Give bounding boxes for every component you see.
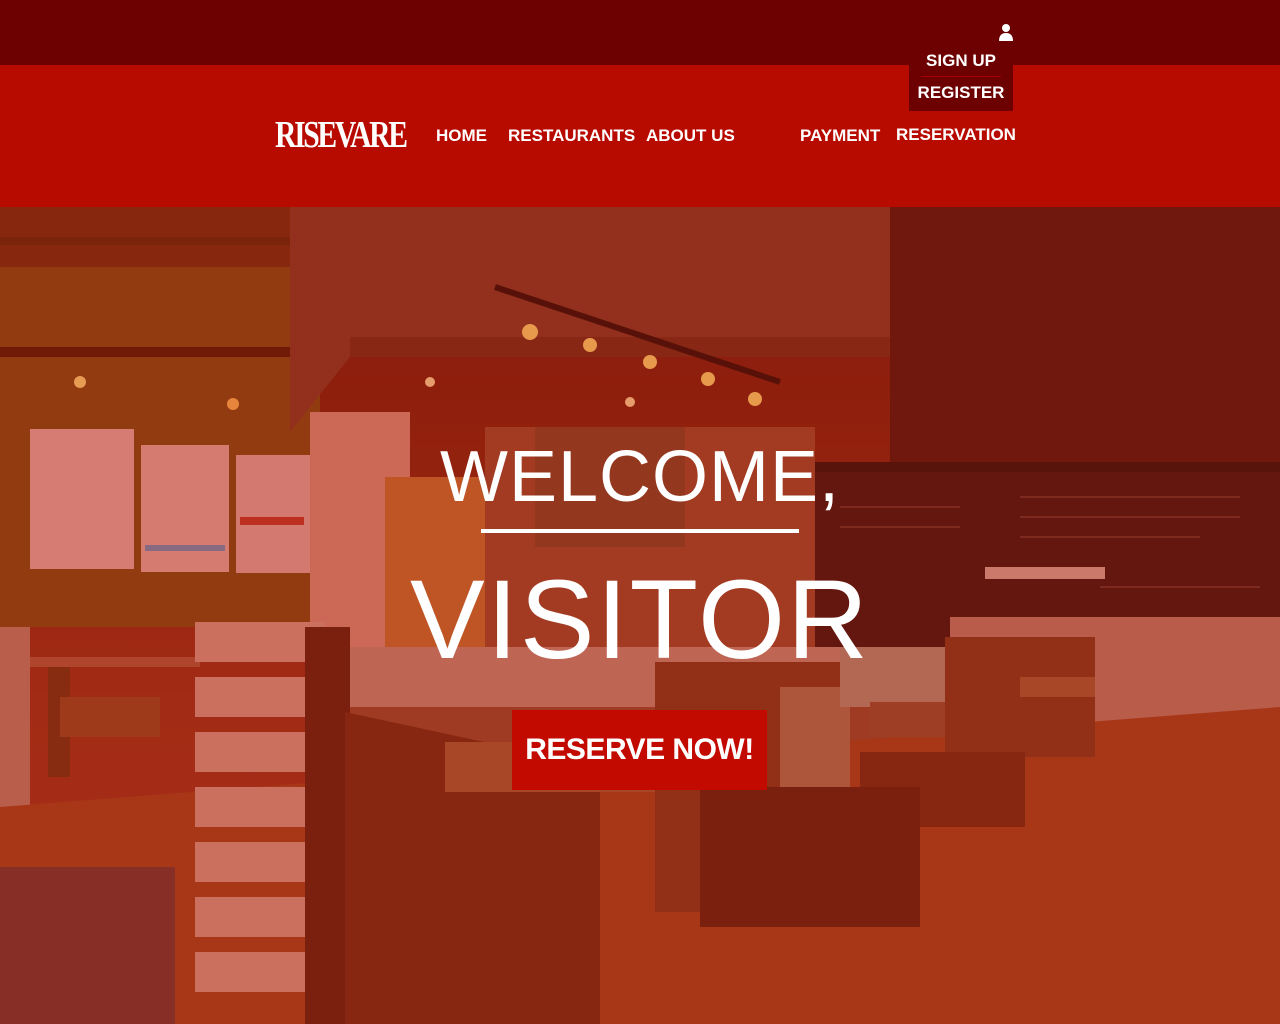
nav-about-us[interactable]: ABOUT US <box>646 124 735 148</box>
nav-restaurants[interactable]: RESTAURANTS <box>508 124 635 148</box>
account-dropdown: SIGN UP REGISTER <box>909 42 1013 111</box>
hero-divider <box>481 529 799 533</box>
navigation-bar <box>0 65 1280 207</box>
sign-up-link[interactable]: SIGN UP <box>909 49 1013 73</box>
nav-reservation[interactable]: RESERVATION <box>896 123 1016 147</box>
top-bar <box>0 0 1280 65</box>
reserve-now-button[interactable]: RESERVE NOW! <box>512 710 767 790</box>
nav-payment[interactable]: PAYMENT <box>800 124 880 148</box>
nav-home[interactable]: HOME <box>436 124 487 148</box>
hero-welcome-heading: WELCOME, <box>440 437 841 517</box>
hero-visitor-heading: VISITOR <box>410 557 871 682</box>
brand-logo[interactable]: RISEVARE <box>275 114 408 156</box>
user-icon[interactable] <box>998 23 1014 41</box>
dropdown-divider <box>921 76 1001 77</box>
register-link[interactable]: REGISTER <box>909 81 1013 105</box>
